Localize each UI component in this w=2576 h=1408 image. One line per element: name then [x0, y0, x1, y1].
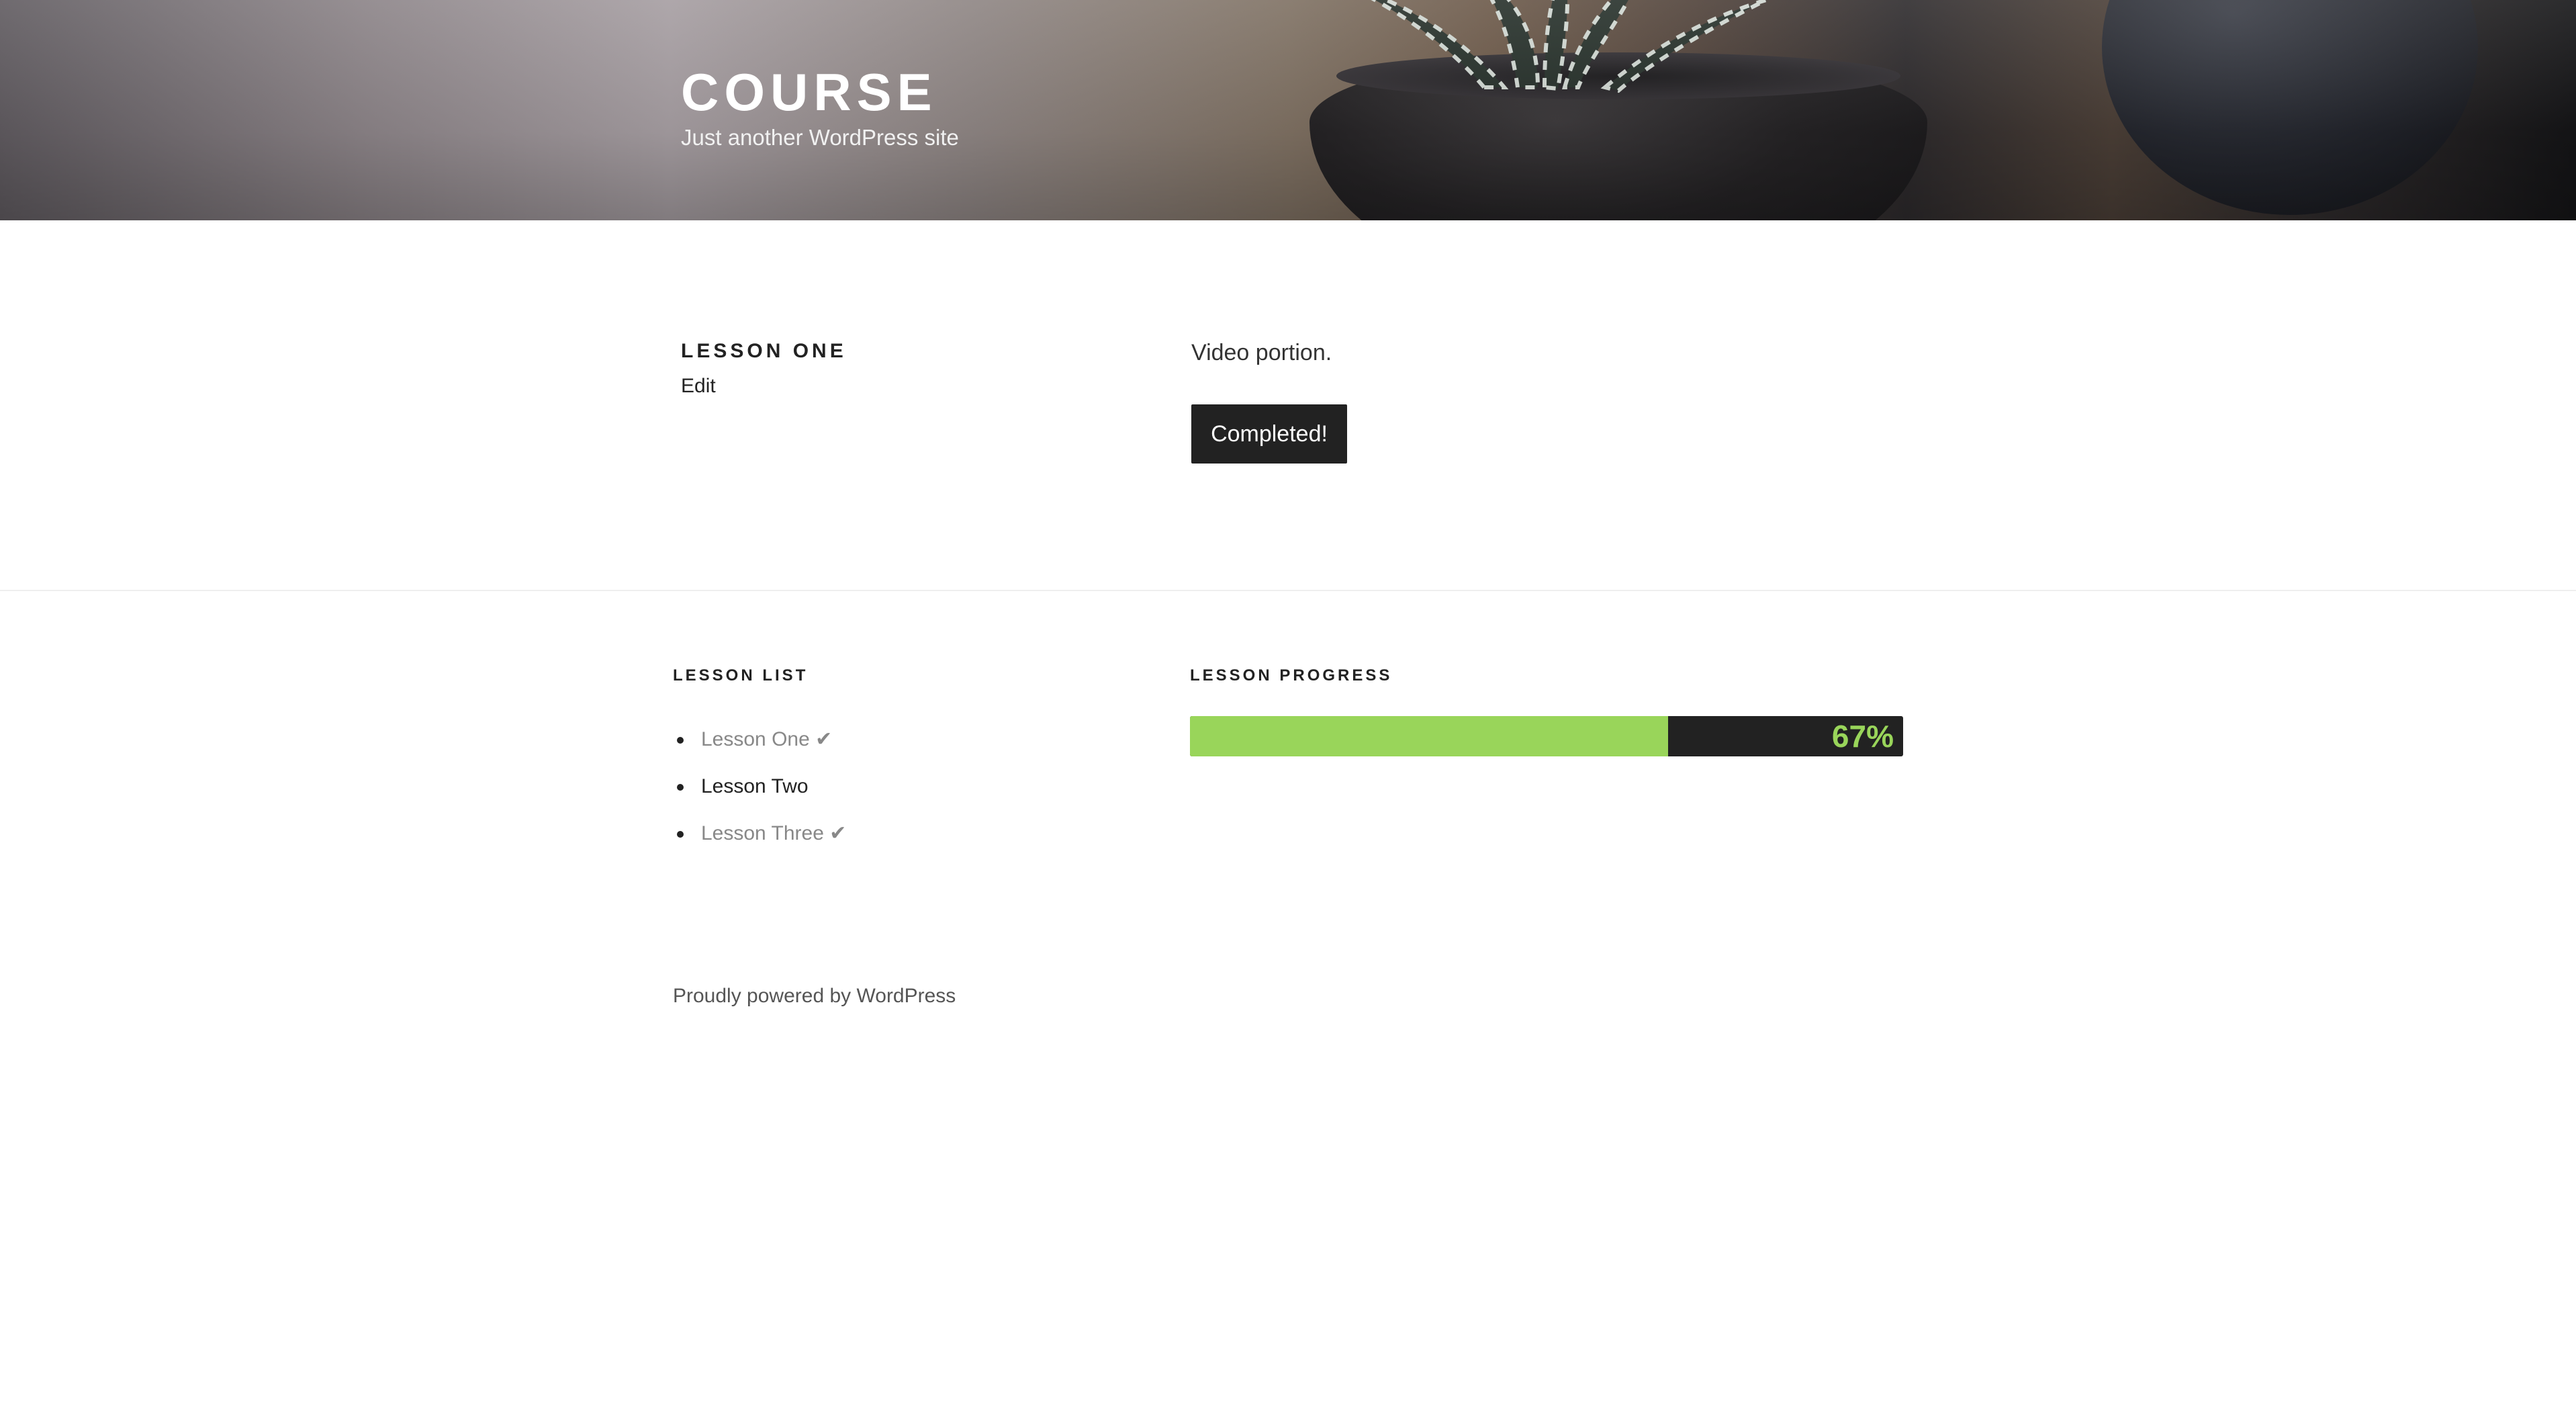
- lesson-progress-percent: 67%: [1831, 719, 1894, 754]
- header-overlay: [0, 0, 2576, 220]
- entry-content-text: Video portion.: [1191, 340, 1332, 365]
- lesson-progress-title: LESSON PROGRESS: [1190, 666, 1393, 685]
- lesson-list-item[interactable]: Lesson Two: [673, 770, 846, 817]
- lesson-list-item[interactable]: Lesson Three ✔: [673, 817, 846, 864]
- site-header: COURSE Just another WordPress site: [0, 0, 2576, 220]
- edit-link[interactable]: Edit: [681, 375, 716, 398]
- lesson-link-two[interactable]: Lesson Two: [701, 775, 809, 797]
- lesson-progress-bar: 67%: [1190, 716, 1903, 756]
- lesson-list-item[interactable]: Lesson One ✔: [673, 723, 846, 770]
- content-divider: [0, 590, 2576, 591]
- site-description: Just another WordPress site: [681, 125, 959, 150]
- bullet-icon: [677, 737, 684, 744]
- site-title[interactable]: COURSE: [681, 62, 937, 123]
- lesson-list-title: LESSON LIST: [673, 666, 809, 685]
- lesson-link-one[interactable]: Lesson One ✔: [701, 728, 832, 750]
- lesson-list: Lesson One ✔ Lesson Two Lesson Three ✔: [673, 723, 846, 864]
- lesson-progress-fill: [1190, 716, 1668, 756]
- bullet-icon: [677, 831, 684, 838]
- completed-button[interactable]: Completed!: [1191, 404, 1347, 464]
- entry-title: LESSON ONE: [681, 340, 847, 362]
- powered-by-link[interactable]: Proudly powered by WordPress: [673, 985, 956, 1008]
- bullet-icon: [677, 784, 684, 791]
- lesson-link-three[interactable]: Lesson Three ✔: [701, 822, 846, 844]
